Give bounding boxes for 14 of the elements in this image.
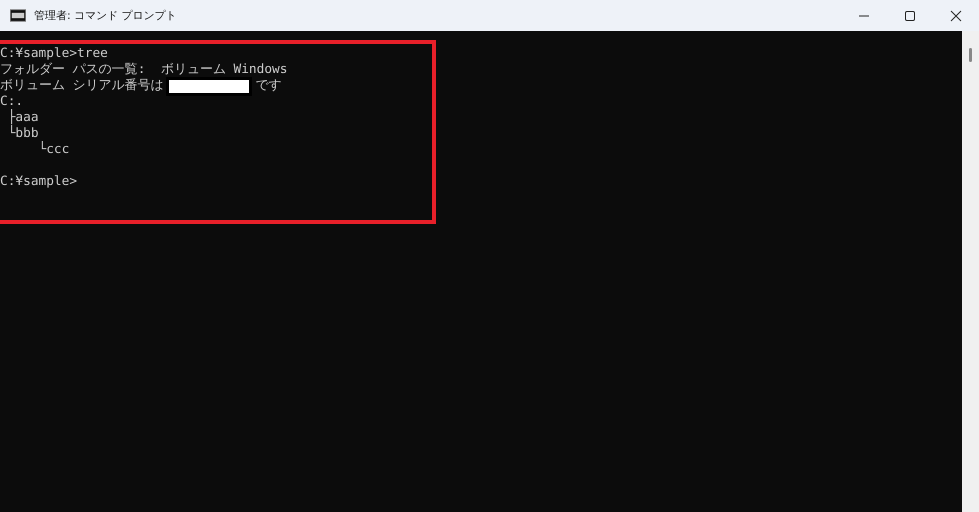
console-line: C:¥sample>tree (0, 46, 109, 62)
console-line: ├aaa (6, 110, 40, 125)
console-line: ボリューム シリアル番号は (0, 78, 164, 94)
terminal-icon (10, 9, 26, 22)
console-line: └bbb (6, 126, 40, 142)
console-line: C:¥sample> (0, 174, 78, 190)
console-line: フォルダー パスの一覧: ボリューム Windows (0, 62, 288, 78)
window-title: 管理者: コマンド プロンプト (34, 8, 177, 23)
console-line: C:. (0, 94, 24, 109)
scrollbar[interactable] (962, 31, 979, 512)
console-line: └ccc (38, 142, 70, 158)
close-icon (950, 10, 962, 22)
maximize-icon (904, 10, 916, 22)
console-line: です (256, 78, 282, 94)
